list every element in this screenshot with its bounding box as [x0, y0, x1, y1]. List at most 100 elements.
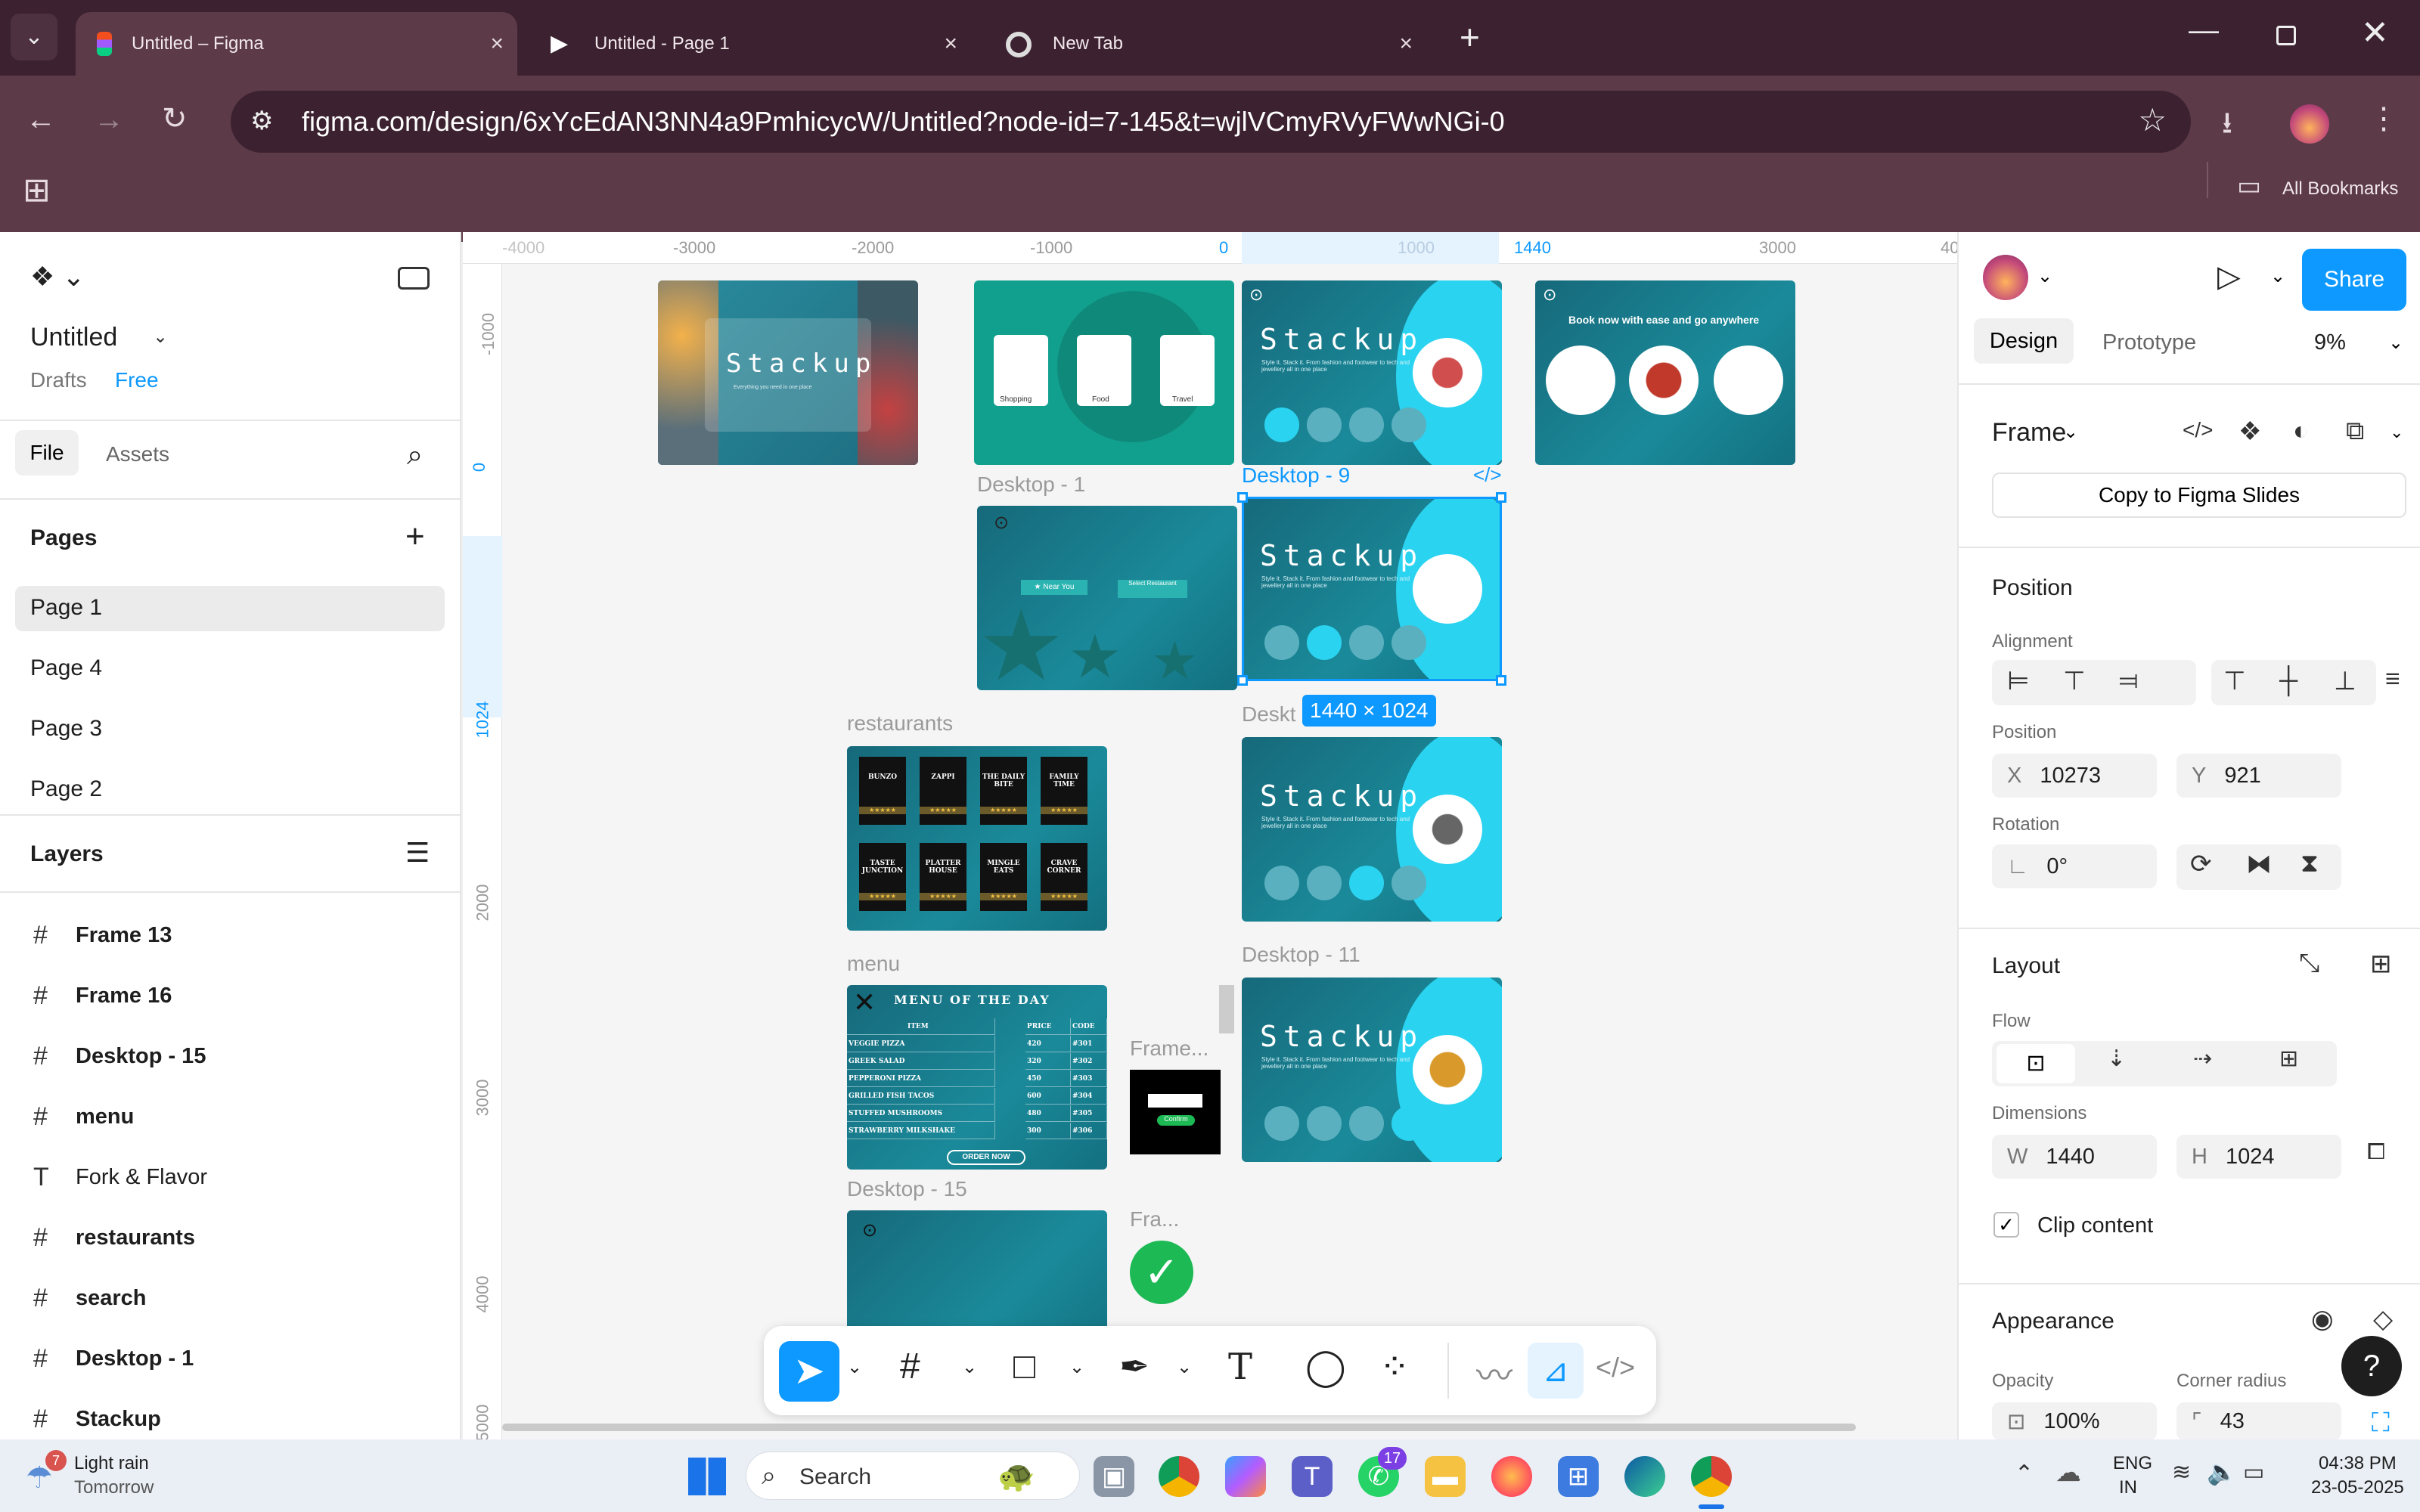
help-button[interactable]: ?: [2341, 1336, 2402, 1396]
language-label[interactable]: ENG: [2113, 1453, 2152, 1474]
comment-tool-icon[interactable]: ◯: [1305, 1346, 1346, 1388]
frame-label[interactable]: restaurants: [847, 711, 953, 736]
close-tab-icon[interactable]: ×: [490, 31, 504, 57]
chevron-down-icon[interactable]: ⌄: [2390, 423, 2403, 442]
resize-handle[interactable]: [1496, 492, 1506, 503]
frame-label[interactable]: Desktop - 15: [847, 1177, 967, 1201]
frame-confirm[interactable]: Confirm: [1130, 1070, 1221, 1154]
new-tab-plus-icon[interactable]: +: [1460, 17, 1480, 57]
start-windows-icon[interactable]: [688, 1458, 726, 1495]
height-field[interactable]: H 1024: [2176, 1135, 2341, 1179]
taskbar-search[interactable]: ⌕ Search 🐢: [746, 1452, 1080, 1500]
layer-item[interactable]: # menu: [0, 1086, 460, 1147]
task-view-icon[interactable]: ▣: [1094, 1456, 1134, 1497]
reload-icon[interactable]: ↻: [162, 101, 188, 136]
chevron-down-icon[interactable]: ⌄: [1177, 1356, 1192, 1378]
align-right-icon[interactable]: ⫤: [2119, 666, 2139, 696]
chrome-icon[interactable]: [1159, 1456, 1199, 1497]
visibility-eye-icon[interactable]: ◉: [2311, 1304, 2334, 1334]
page-item-4[interactable]: Page 4: [30, 655, 102, 681]
tab-page1[interactable]: ▶ Untitled - Page 1 ×: [529, 12, 971, 76]
user-avatar[interactable]: [1983, 255, 2028, 300]
layer-item[interactable]: # Desktop - 1: [0, 1328, 460, 1389]
tab-new-tab[interactable]: New Tab ×: [985, 12, 1426, 76]
chevron-down-icon[interactable]: ⌄: [2270, 265, 2285, 287]
profile-avatar[interactable]: [2290, 104, 2329, 144]
close-tab-icon[interactable]: ×: [1399, 31, 1413, 57]
tab-assets[interactable]: Assets: [106, 442, 169, 466]
align-center-h-icon[interactable]: ⊤: [2063, 666, 2086, 696]
horizontal-scrollbar[interactable]: [502, 1424, 1856, 1431]
back-arrow-icon[interactable]: ←: [26, 103, 56, 137]
forward-arrow-icon[interactable]: →: [94, 103, 124, 137]
page-item-1[interactable]: Page 1: [30, 595, 102, 621]
store-icon[interactable]: ⊞: [1558, 1456, 1599, 1497]
layers-options-icon[interactable]: ☰: [405, 837, 430, 869]
chevron-down-icon[interactable]: ⌄: [2037, 265, 2052, 287]
code-icon[interactable]: </>: [2183, 418, 2213, 442]
frame-label[interactable]: Desktop - 1: [977, 472, 1085, 497]
component-icon[interactable]: ❖: [2238, 417, 2261, 447]
constrain-proportions-icon[interactable]: ⧠: [2367, 1139, 2385, 1165]
resize-handle[interactable]: [1237, 492, 1248, 503]
frame-desktop-10[interactable]: Stackup Style it. Stack it. From fashion…: [1242, 737, 1502, 922]
text-tool-icon[interactable]: T: [1228, 1346, 1252, 1388]
minimize-icon[interactable]: —: [2189, 14, 2219, 48]
layer-item[interactable]: # Desktop - 15: [0, 1026, 460, 1086]
bookmark-star-icon[interactable]: ☆: [2138, 101, 2167, 138]
align-middle-icon[interactable]: ┼: [2279, 666, 2297, 696]
copilot-icon[interactable]: [1225, 1456, 1266, 1497]
chevron-down-icon[interactable]: ⌄: [2063, 421, 2078, 443]
y-field[interactable]: Y 921: [2176, 754, 2341, 798]
align-bottom-icon[interactable]: ⊥: [2334, 666, 2356, 696]
collapse-layout-icon[interactable]: ⤡: [2299, 949, 2319, 978]
actions-tool-icon[interactable]: ⁘: [1379, 1346, 1410, 1388]
distribute-icon[interactable]: ≡: [2385, 665, 2400, 694]
address-bar[interactable]: ⚙ figma.com/design/6xYcEdAN3NN4a9Pmhicyc…: [231, 91, 2191, 153]
tab-file[interactable]: File: [15, 430, 79, 476]
more-vert-icon[interactable]: ⋮: [2369, 101, 2399, 136]
tab-prototype[interactable]: Prototype: [2102, 330, 2196, 355]
opacity-field[interactable]: ⊡ 100%: [1992, 1402, 2157, 1440]
file-name[interactable]: Untitled: [30, 323, 117, 352]
tab-figma[interactable]: Untitled – Figma ×: [76, 12, 517, 76]
teams-icon[interactable]: T: [1292, 1456, 1333, 1497]
expand-corners-icon[interactable]: ⛶: [2372, 1408, 2390, 1438]
auto-layout-icon[interactable]: ⊞: [2370, 949, 2392, 979]
align-left-icon[interactable]: ⊨: [2007, 666, 2030, 696]
copy-to-slides-button[interactable]: Copy to Figma Slides: [1992, 472, 2406, 518]
rectangle-tool-icon[interactable]: □: [1013, 1346, 1035, 1387]
boolean-icon[interactable]: ⧉: [2346, 417, 2364, 446]
frame-label[interactable]: menu: [847, 952, 900, 976]
frame-label[interactable]: Desktop - 11: [1242, 943, 1360, 967]
frame-label[interactable]: Deskt: [1242, 702, 1296, 727]
frame-label[interactable]: Frame...: [1130, 1036, 1208, 1061]
resize-handle[interactable]: [1237, 675, 1248, 686]
plan-badge[interactable]: Free: [115, 368, 159, 392]
file-location[interactable]: Drafts: [30, 368, 87, 392]
flow-grid-icon[interactable]: ⊞: [2279, 1046, 2298, 1072]
dev-mode-icon[interactable]: </>: [1596, 1352, 1635, 1383]
align-top-icon[interactable]: ⊤: [2223, 666, 2246, 696]
tray-chevron-up-icon[interactable]: ⌃: [2015, 1461, 2034, 1487]
chevron-down-icon[interactable]: ⌄: [847, 1356, 862, 1378]
clip-content-checkbox[interactable]: ✓: [1993, 1212, 2019, 1238]
frame-stackup-landing[interactable]: Stackup Everything you need in one place: [658, 280, 918, 465]
layer-item[interactable]: # Frame 13: [0, 905, 460, 965]
success-check-icon[interactable]: ✓: [1130, 1241, 1193, 1304]
layer-item[interactable]: # search: [0, 1268, 460, 1328]
move-tool-button[interactable]: ➤: [779, 1341, 839, 1402]
flow-vertical-icon[interactable]: ⇣: [2107, 1046, 2126, 1072]
search-icon[interactable]: ⌕: [407, 439, 423, 472]
download-icon[interactable]: ⭳: [2222, 101, 2232, 153]
weather-text[interactable]: Light rain: [74, 1453, 149, 1474]
chevron-down-icon[interactable]: ⌄: [1069, 1356, 1084, 1378]
frame-label[interactable]: Fra...: [1130, 1207, 1179, 1232]
edge-icon[interactable]: [1624, 1456, 1665, 1497]
rotation-field[interactable]: ∟ 0°: [1992, 844, 2157, 888]
toggle-sidebar-icon[interactable]: [398, 267, 430, 290]
pen-tool-icon[interactable]: ✒: [1119, 1346, 1150, 1388]
firefox-icon[interactable]: [1491, 1456, 1532, 1497]
chevron-down-icon[interactable]: ⌄: [962, 1356, 977, 1378]
mask-icon[interactable]: ◐: [2293, 417, 2309, 446]
